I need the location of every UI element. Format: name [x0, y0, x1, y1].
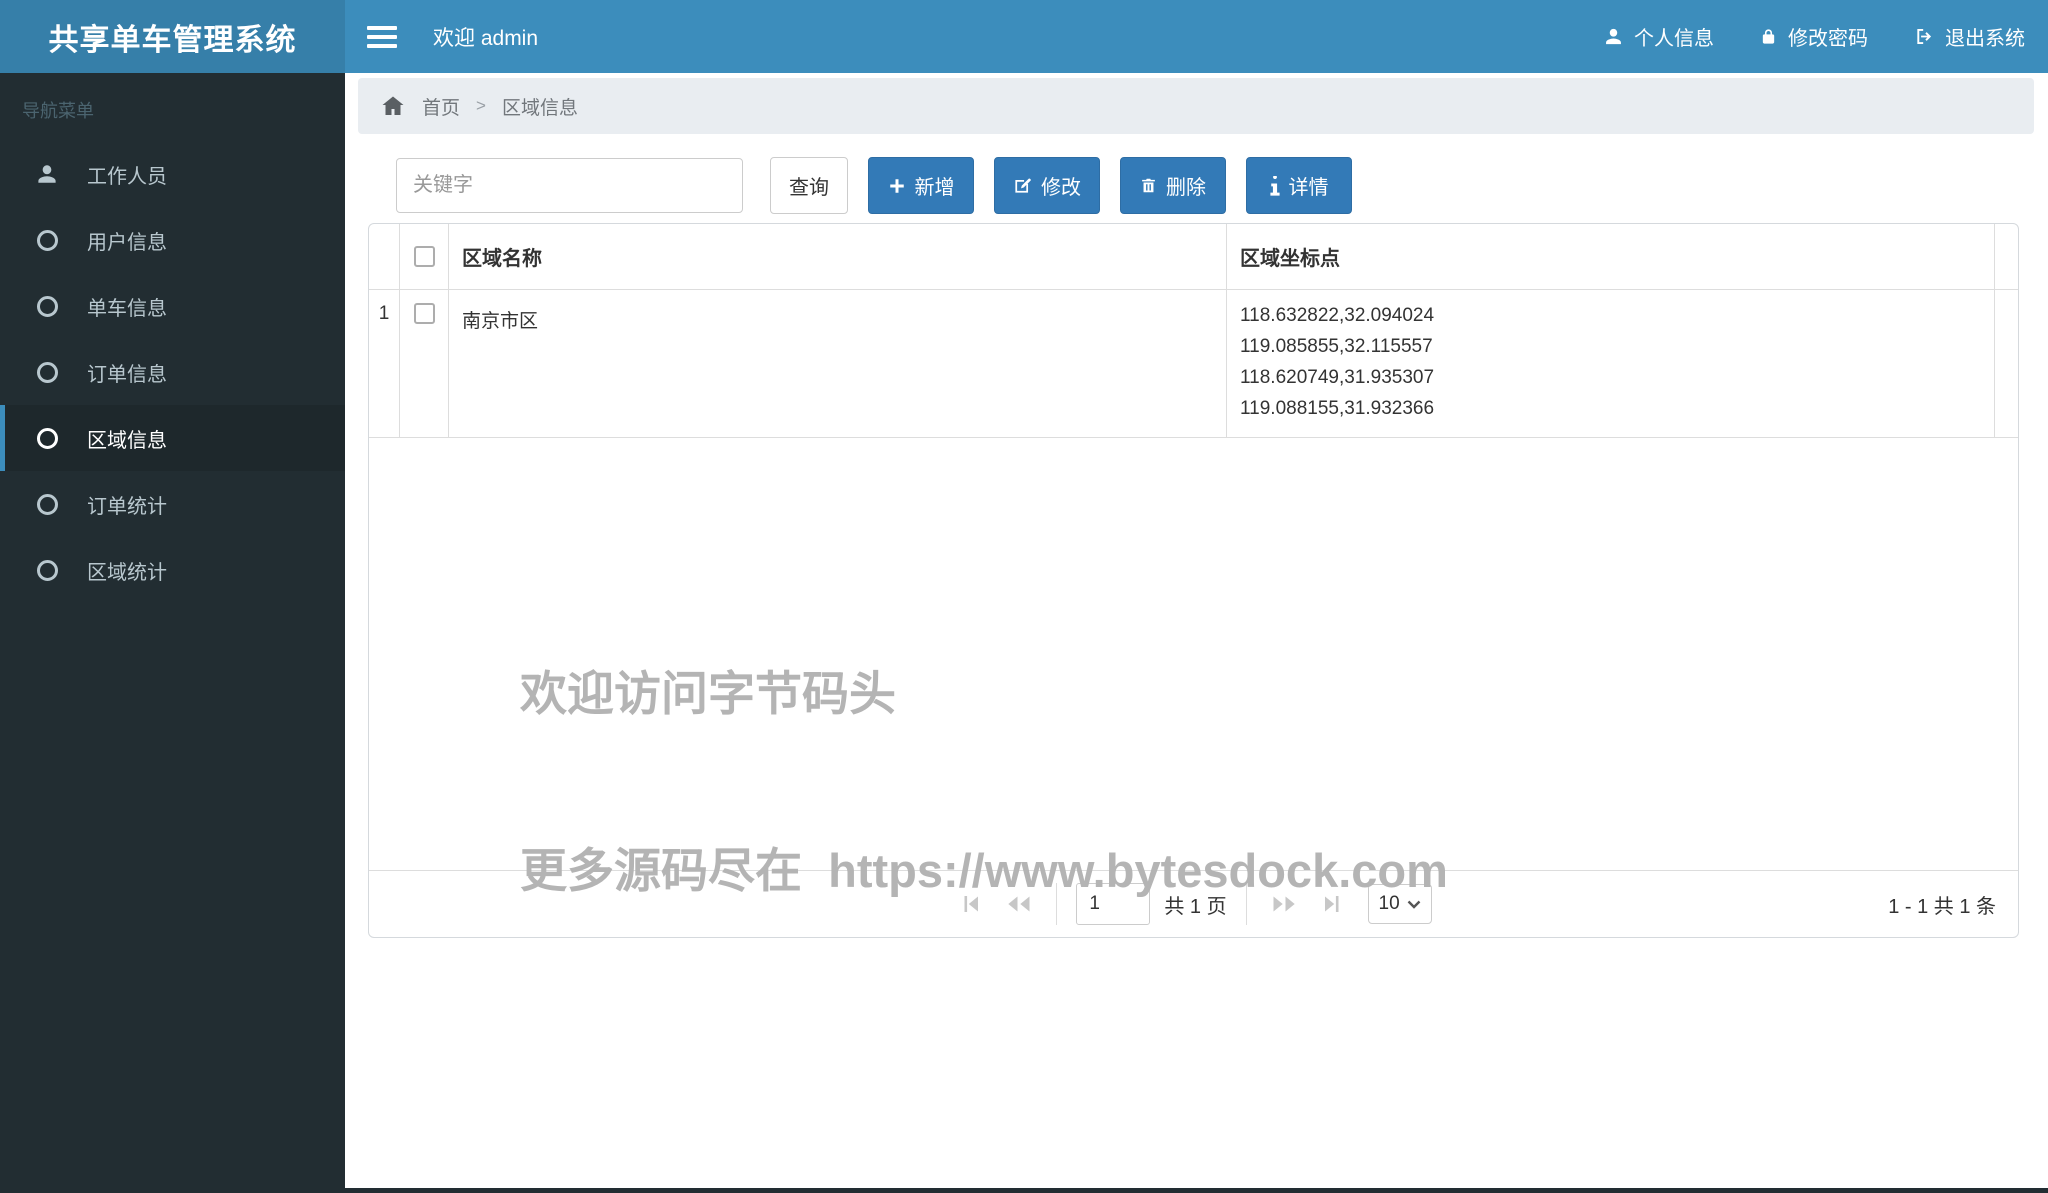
- breadcrumb: 首页 > 区域信息: [358, 78, 2034, 134]
- content-area: 首页 > 区域信息 查询 新增 修改 删除 详情: [345, 73, 2048, 1188]
- data-grid: 区域名称 区域坐标点 1 南京市区 118.632822,32.094024 1…: [368, 223, 2019, 938]
- circle-icon: [32, 427, 62, 449]
- sidebar-section-label: 导航菜单: [22, 101, 94, 121]
- page-size-select[interactable]: 10: [1367, 884, 1432, 924]
- sidebar-item-order-stats[interactable]: 订单统计: [0, 471, 345, 537]
- coord-line: 119.088155,31.932366: [1240, 398, 1435, 419]
- search-button[interactable]: 查询: [770, 157, 848, 214]
- table-header-row: 区域名称 区域坐标点: [369, 224, 2018, 290]
- sidebar-item-label: 单车信息: [87, 297, 167, 320]
- previous-page-icon[interactable]: [1001, 892, 1037, 916]
- coord-line: 118.632822,32.094024: [1240, 305, 1435, 326]
- logout-menu-item[interactable]: 退出系统: [1891, 0, 2048, 73]
- user-icon: [1604, 26, 1623, 47]
- coord-line: 118.620749,31.935307: [1240, 367, 1435, 388]
- row-checkbox[interactable]: [413, 303, 435, 324]
- sidebar: 导航菜单 工作人员 用户信息 单车信息 订单信息 区域信息 订单统计 区域统计: [0, 73, 345, 1193]
- edit-icon: [1013, 176, 1032, 195]
- sidebar-item-label: 订单信息: [87, 363, 167, 386]
- circle-icon: [32, 493, 62, 515]
- area-name-cell: 南京市区: [449, 290, 1227, 437]
- page-size-value: 10: [1378, 893, 1400, 914]
- sidebar-item-label: 用户信息: [87, 231, 167, 254]
- area-coords-cell: 118.632822,32.094024 119.085855,32.11555…: [1227, 290, 1995, 437]
- search-input[interactable]: [396, 158, 743, 213]
- table-row[interactable]: 1 南京市区 118.632822,32.094024 119.085855,3…: [369, 290, 2018, 438]
- add-button[interactable]: 新增: [868, 157, 974, 214]
- first-page-icon[interactable]: [955, 892, 987, 916]
- column-header-area-coords[interactable]: 区域坐标点: [1227, 224, 1995, 289]
- user-icon: [32, 163, 62, 185]
- edit-button-label: 修改: [1041, 177, 1081, 199]
- coord-line: 119.085855,32.115557: [1240, 336, 1433, 357]
- trash-icon: [1140, 176, 1157, 195]
- breadcrumb-home[interactable]: 首页: [422, 93, 460, 120]
- circle-icon: [32, 229, 62, 251]
- circle-icon: [32, 361, 62, 383]
- page-number-input[interactable]: [1076, 883, 1151, 925]
- column-header-area-name[interactable]: 区域名称: [449, 224, 1227, 289]
- detail-button[interactable]: 详情: [1246, 157, 1352, 214]
- logout-menu-label: 退出系统: [1945, 28, 2025, 50]
- lock-icon: [1760, 26, 1777, 47]
- sidebar-item-area-stats[interactable]: 区域统计: [0, 537, 345, 603]
- select-all-cell: [400, 224, 449, 289]
- sign-out-icon: [1914, 26, 1934, 47]
- toolbar: 查询 新增 修改 删除 详情: [396, 157, 1352, 214]
- sidebar-item-areas[interactable]: 区域信息: [0, 405, 345, 471]
- row-checkbox-cell: [400, 290, 449, 437]
- info-icon: [1269, 175, 1280, 196]
- change-password-menu-item[interactable]: 修改密码: [1737, 0, 1891, 73]
- breadcrumb-current: 区域信息: [501, 97, 578, 119]
- sidebar-item-label: 区域统计: [87, 561, 167, 584]
- plus-icon: [888, 177, 906, 195]
- profile-menu-label: 个人信息: [1634, 28, 1714, 50]
- row-number-header: [369, 224, 400, 289]
- sidebar-item-users[interactable]: 用户信息: [0, 207, 345, 273]
- sidebar-toggle-icon[interactable]: [367, 21, 397, 53]
- page-count-label: 共 1 页: [1164, 895, 1227, 918]
- sidebar-item-label: 工作人员: [87, 165, 167, 188]
- circle-icon: [32, 295, 62, 317]
- app-title: 共享单车管理系统: [0, 0, 345, 73]
- delete-button-label: 删除: [1166, 177, 1206, 199]
- next-page-icon[interactable]: [1266, 892, 1302, 916]
- add-button-label: 新增: [914, 177, 955, 199]
- sidebar-item-bikes[interactable]: 单车信息: [0, 273, 345, 339]
- sidebar-item-staff[interactable]: 工作人员: [0, 141, 345, 207]
- select-all-checkbox[interactable]: [413, 246, 435, 267]
- circle-icon: [32, 559, 62, 581]
- home-icon[interactable]: [380, 94, 406, 118]
- delete-button[interactable]: 删除: [1120, 157, 1226, 214]
- detail-button-label: 详情: [1288, 177, 1329, 199]
- profile-menu-item[interactable]: 个人信息: [1581, 0, 1737, 73]
- pagination-bar: 共 1 页 10 1 - 1 共 1 条: [369, 870, 2018, 937]
- breadcrumb-separator: >: [476, 96, 486, 115]
- navbar-menu: 个人信息 修改密码 退出系统: [1581, 0, 2048, 73]
- last-page-icon[interactable]: [1316, 892, 1348, 916]
- row-number-cell: 1: [369, 290, 400, 437]
- record-range-label: 1 - 1 共 1 条: [1888, 895, 1996, 918]
- sidebar-item-label: 区域信息: [87, 429, 167, 452]
- top-navbar: 欢迎 admin 个人信息 修改密码 退出系统: [345, 0, 2048, 73]
- change-password-menu-label: 修改密码: [1788, 28, 1868, 50]
- chevron-down-icon: [1407, 900, 1421, 909]
- sidebar-item-orders[interactable]: 订单信息: [0, 339, 345, 405]
- welcome-text: 欢迎 admin: [433, 26, 539, 50]
- sidebar-item-label: 订单统计: [87, 495, 167, 518]
- edit-button[interactable]: 修改: [994, 157, 1100, 214]
